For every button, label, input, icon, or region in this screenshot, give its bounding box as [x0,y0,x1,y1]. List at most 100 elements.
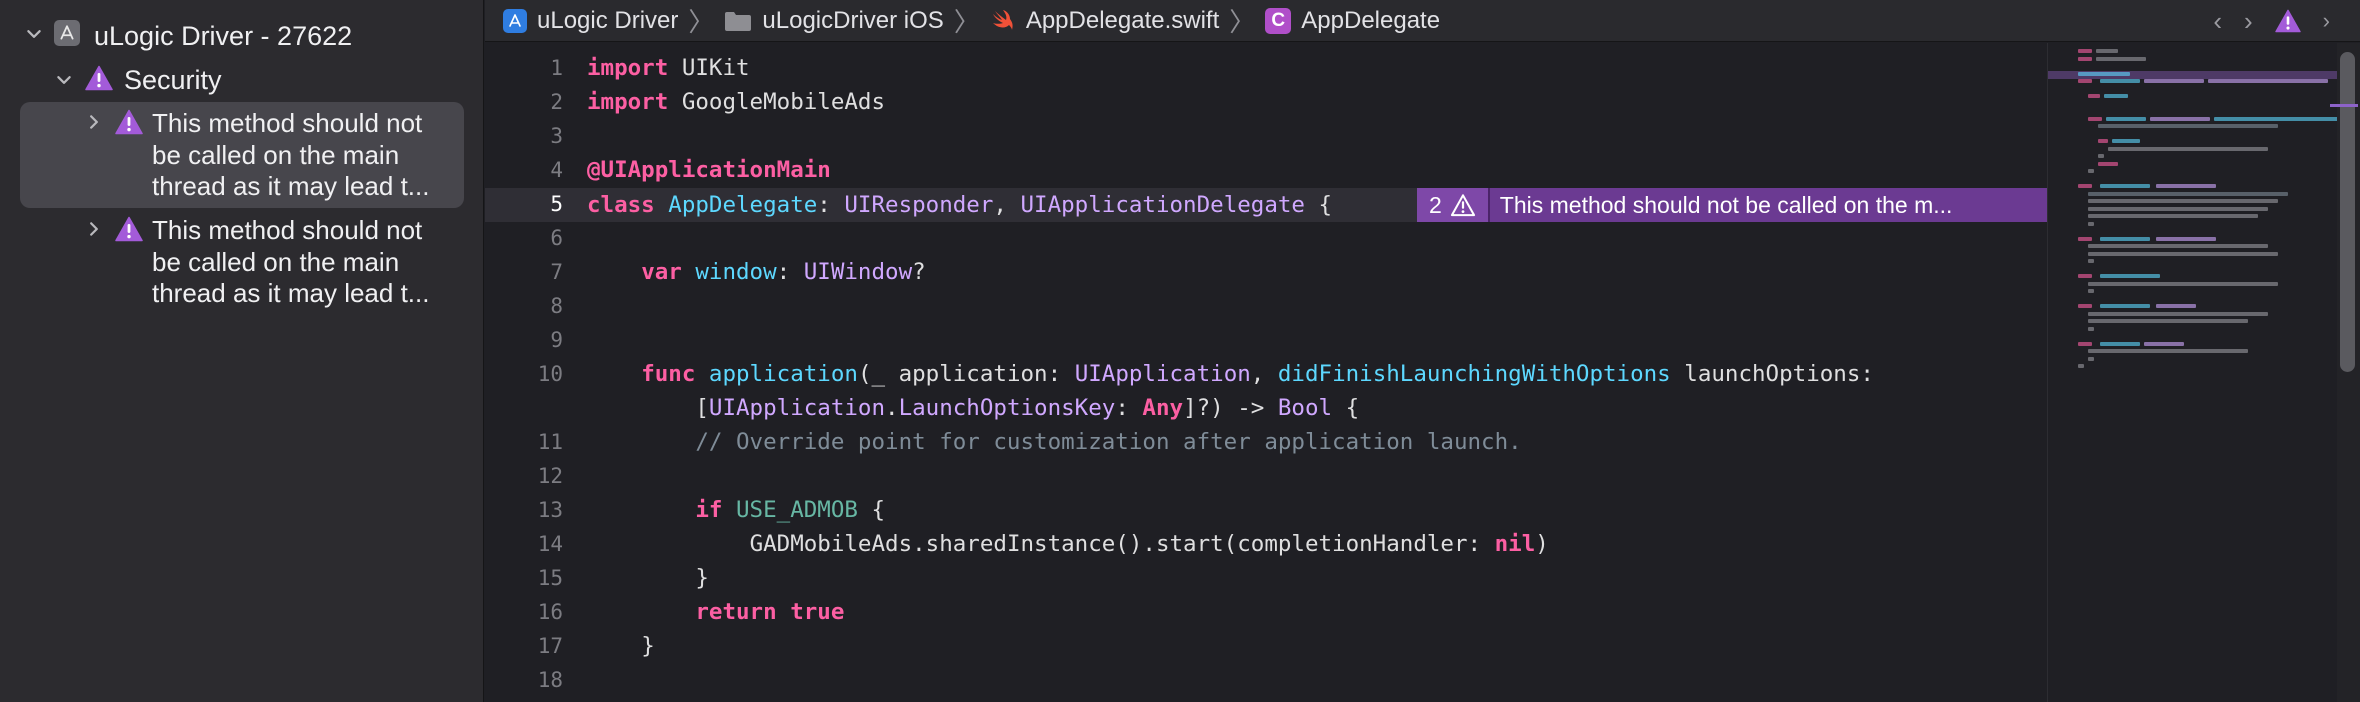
chevron-right-icon[interactable]: › [2323,8,2330,34]
code-line: return true [695,599,845,625]
code-line: class AppDelegate: UIResponder, UIApplic… [587,192,1333,218]
code-line: // Override point for customization afte… [695,429,1522,455]
chevron-left-icon[interactable]: ‹ [2213,6,2222,37]
warning-icon [84,64,114,92]
minimap-stroke [2150,116,2210,121]
minimap-stroke [2088,116,2102,121]
minimap-stroke [2100,341,2140,346]
line-number: 5 [550,192,563,216]
crumb-project[interactable]: uLogic Driver [503,7,678,35]
minimap-stroke [2078,236,2092,241]
minimap-stroke [2078,304,2092,308]
minimap-stroke [2088,311,2268,316]
code-line: import GoogleMobileAds [587,89,886,115]
minimap-stroke [2088,259,2094,263]
chevron-right-icon[interactable] [84,219,104,239]
minimap-stroke [2088,349,2248,353]
crumb-label: uLogic Driver [537,6,679,34]
code-line: GADMobileAds.sharedInstance().start(comp… [749,531,1549,557]
line-number: 8 [550,294,563,318]
minimap-stroke [2144,79,2204,83]
minimap-stroke [2098,124,2278,128]
minimap-issue-marker [2330,104,2358,107]
line-number: 17 [537,634,563,658]
minimap-stroke [2088,214,2258,218]
minimap-stroke [2088,319,2248,323]
issue-row[interactable]: This method should not be called on the … [84,108,452,203]
minimap-stroke [2098,161,2118,166]
project-row[interactable]: uLogic Driver - 27622 [24,20,352,52]
warning-icon[interactable] [2274,9,2301,33]
minimap-stroke [2106,116,2146,121]
minimap-stroke [2156,184,2216,188]
line-number: 7 [550,260,563,284]
folder-icon [724,10,752,32]
class-icon: C [1265,7,1292,34]
minimap-stroke [2078,184,2092,188]
swift-file-icon [990,9,1016,33]
chevron-right-icon[interactable] [84,112,104,132]
jump-bar: uLogic Driver 〉 uLogicDriver iOS 〉 AppDe… [485,0,2360,42]
minimap-stroke [2078,341,2092,346]
minimap-stroke [2088,356,2094,361]
minimap-stroke [2098,139,2108,143]
issue-navigator: uLogic Driver - 27622 Security This meth… [0,0,484,702]
minimap-stroke [2214,116,2344,121]
minimap-stroke [2100,304,2150,308]
group-label: Security [124,65,222,95]
line-number-gutter: 1 2 3 4 5 6 7 8 9 10 11 12 13 14 15 16 1… [485,43,563,702]
minimap-stroke [2088,289,2094,293]
chevron-down-icon[interactable] [54,70,74,90]
group-row-security[interactable]: Security [54,64,222,96]
minimap-stroke [2088,191,2288,196]
code-line: @UIApplicationMain [587,157,831,183]
crumb-class[interactable]: C AppDelegate [1265,7,1440,35]
minimap-stroke [2096,56,2146,61]
crumb-label: AppDelegate [1301,6,1441,34]
chevron-right-icon[interactable]: › [2244,6,2253,37]
line-number: 13 [537,498,563,522]
minimap-stroke [2208,79,2328,83]
chevron-right-icon: 〉 [1229,7,1256,37]
crumb-file[interactable]: AppDelegate.swift [990,7,1219,35]
line-number: 16 [537,600,563,624]
line-number: 18 [537,668,563,692]
minimap-stroke [2078,364,2084,368]
crumb-label: uLogicDriver iOS [762,6,944,34]
minimap-stroke [2112,139,2140,143]
line-number: 12 [537,464,563,488]
issue-row[interactable]: This method should not be called on the … [84,215,452,310]
minimap-stroke [2096,49,2118,53]
line-number: 2 [550,90,563,114]
xcode-project-icon [503,8,527,33]
minimap-stroke [2088,326,2094,331]
source-editor[interactable]: 1 2 3 4 5 6 7 8 9 10 11 12 13 14 15 16 1… [485,43,2047,702]
warning-icon [114,108,144,136]
minimap-stroke [2088,251,2278,256]
minimap-stroke [2156,304,2196,308]
minimap[interactable] [2047,43,2344,702]
minimap-stroke [2156,236,2216,241]
issue-count-badge[interactable]: 2 [1417,188,1490,222]
line-number: 3 [550,124,563,148]
inline-issue-banner[interactable]: 2 This method should not be called on th… [1417,188,2047,222]
line-number: 1 [550,56,563,80]
minimap-stroke [2088,94,2100,98]
code-line: } [641,633,655,659]
chevron-down-icon[interactable] [24,24,44,44]
code-line: var window: UIWindow? [641,259,926,285]
minimap-stroke [2100,79,2140,83]
scrollbar-thumb[interactable] [2340,52,2355,372]
line-number: 4 [550,158,563,182]
code-line: } [695,565,709,591]
minimap-stroke [2088,221,2094,226]
project-name: uLogic Driver - 27622 [94,21,353,51]
crumb-folder[interactable]: uLogicDriver iOS [724,6,944,35]
minimap-stroke [2100,236,2150,241]
minimap-stroke [2088,206,2268,211]
minimap-stroke [2088,169,2094,173]
minimap-stroke [2088,199,2278,203]
warning-icon [114,215,144,243]
warning-icon [1450,194,1475,217]
line-number: 6 [550,226,563,250]
